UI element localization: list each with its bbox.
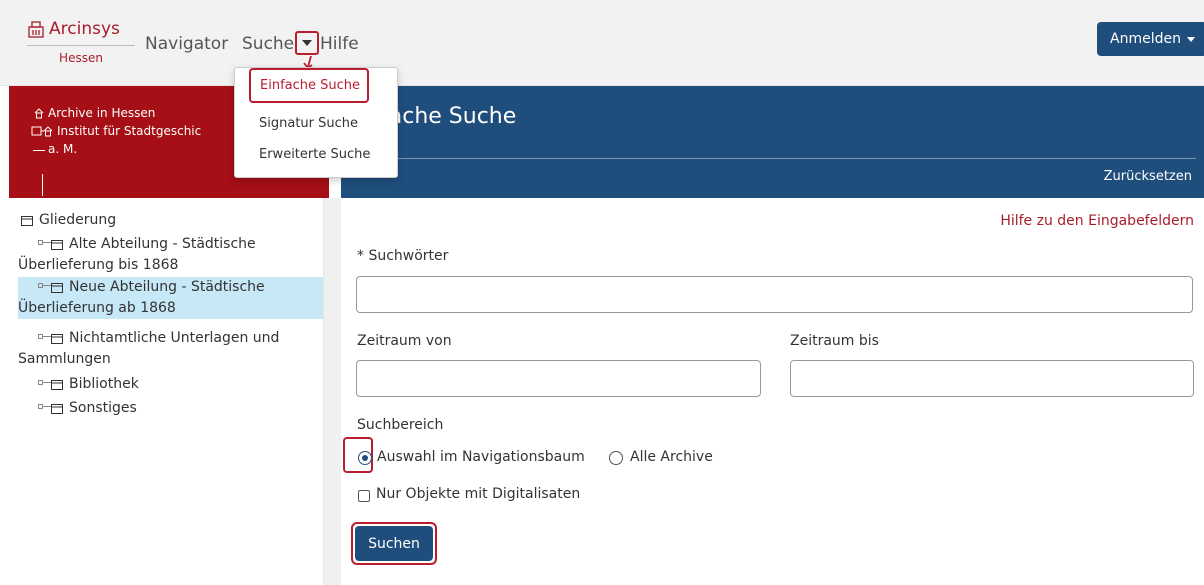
scope-radio-navtree[interactable] [358, 451, 372, 465]
brand-logo[interactable]: Arcinsys Hessen [27, 18, 135, 65]
chevron-down-icon [302, 40, 312, 46]
sidebar-scrollbar[interactable] [323, 198, 341, 585]
folder-icon [21, 215, 33, 226]
tree-item[interactable]: Nichtamtliche Unterlagen und Sammlungen [18, 328, 328, 370]
folder-icon [51, 404, 63, 414]
breadcrumb-institute-cont: a. M. [48, 142, 78, 156]
tree-item-line2: Überlieferung ab 1868 [18, 300, 176, 316]
tree-item-line2: Sammlungen [18, 351, 111, 367]
keywords-label: * Suchwörter [357, 248, 449, 264]
suche-dropdown-toggle[interactable] [295, 31, 319, 55]
nav-navigator[interactable]: Navigator [145, 33, 228, 55]
folder-home-icon [31, 126, 53, 137]
tree-item[interactable]: Bibliothek [18, 374, 328, 395]
archive-building-icon [28, 21, 44, 38]
menu-item-erweiterte-suche[interactable]: Erweiterte Suche [235, 146, 399, 164]
digital-only-checkbox[interactable] [358, 490, 370, 502]
keywords-input[interactable] [356, 276, 1193, 313]
menu-item-einfache-suche[interactable]: Einfache Suche [249, 68, 369, 103]
folder-icon [51, 334, 63, 344]
tree-expand-icon [38, 404, 51, 409]
tree-root[interactable]: Gliederung [21, 212, 116, 228]
tree-item-line2: Überlieferung bis 1868 [18, 257, 179, 273]
folder-icon [51, 283, 63, 293]
date-to-label: Zeitraum bis [790, 333, 879, 349]
brand-name: Arcinsys [49, 19, 120, 39]
folder-icon [51, 380, 63, 390]
breadcrumb-institute[interactable]: Institut für Stadtgeschic [31, 124, 201, 138]
reset-link[interactable]: Zurücksetzen [1104, 169, 1192, 184]
tree-expand-icon [38, 240, 51, 245]
chevron-down-icon [1186, 36, 1195, 42]
search-button[interactable]: Suchen [355, 526, 433, 561]
home-icon [34, 107, 44, 118]
suche-dropdown-menu: Einfache Suche Signatur Suche Erweiterte… [234, 67, 398, 178]
scope-option-all-archives-label[interactable]: Alle Archive [630, 449, 713, 465]
header-divider [341, 158, 1196, 159]
tree-expand-icon [38, 283, 51, 288]
brand-divider [27, 45, 135, 46]
page-title: fache Suche [381, 104, 517, 129]
date-from-input[interactable] [356, 360, 761, 397]
folder-icon [51, 240, 63, 250]
scope-label: Suchbereich [357, 417, 444, 433]
tree-item[interactable]: Alte Abteilung - Städtische Überlieferun… [18, 234, 328, 276]
top-navbar: Arcinsys Hessen Navigator Suche Hilfe An… [0, 0, 1204, 86]
tree-connector [33, 150, 45, 151]
scope-option-navtree-label[interactable]: Auswahl im Navigationsbaum [377, 449, 585, 465]
nav-hilfe[interactable]: Hilfe [320, 33, 359, 55]
tree-expand-icon [38, 334, 51, 339]
tree-connector [42, 174, 43, 196]
brand-region: Hessen [59, 51, 103, 65]
scope-radio-all-archives[interactable] [609, 451, 623, 465]
search-panel-header: fache Suche Zurücksetzen [341, 86, 1204, 198]
help-fields-link[interactable]: Hilfe zu den Eingabefeldern [1000, 213, 1194, 229]
breadcrumb-archives[interactable]: Archive in Hessen [34, 106, 155, 120]
tree-item-selected[interactable]: Neue Abteilung - Städtische Überlieferun… [18, 277, 328, 319]
tree-item[interactable]: Sonstiges [18, 398, 328, 419]
navigation-tree: Gliederung Alte Abteilung - Städtische Ü… [9, 198, 328, 585]
menu-item-signatur-suche[interactable]: Signatur Suche [235, 115, 399, 133]
date-from-label: Zeitraum von [357, 333, 452, 349]
login-button[interactable]: Anmelden [1097, 22, 1204, 56]
login-label: Anmelden [1110, 31, 1181, 47]
tree-expand-icon [38, 380, 51, 385]
nav-suche[interactable]: Suche [242, 33, 294, 55]
date-to-input[interactable] [790, 360, 1194, 397]
digital-only-label[interactable]: Nur Objekte mit Digitalisaten [376, 486, 580, 502]
